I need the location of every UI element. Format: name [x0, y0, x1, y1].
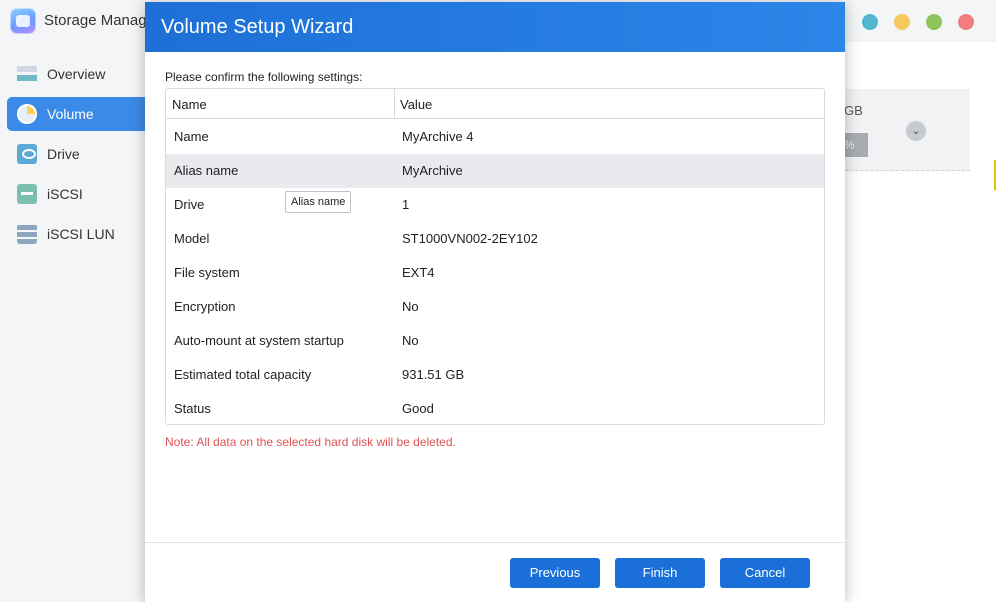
table-row[interactable]: Auto-mount at system startup No — [166, 324, 824, 358]
drive-icon — [17, 144, 37, 164]
sidebar: Overview Volume Drive iSCSI iSCSI LUN — [0, 42, 157, 602]
volume-capacity-text: GB — [844, 103, 863, 118]
row-name: Status — [174, 401, 211, 416]
finish-button[interactable]: Finish — [615, 558, 705, 588]
table-row[interactable]: Alias name MyArchive — [166, 154, 824, 188]
row-name: Encryption — [174, 299, 236, 314]
sidebar-item-iscsi[interactable]: iSCSI — [7, 177, 157, 211]
warning-note: Note: All data on the selected hard disk… — [165, 435, 456, 449]
table-row[interactable]: Estimated total capacity 931.51 GB — [166, 358, 824, 392]
table-row[interactable]: File system EXT4 — [166, 256, 824, 290]
table-row[interactable]: Model ST1000VN002-2EY102 — [166, 222, 824, 256]
iscsi-lun-icon — [17, 224, 37, 244]
sidebar-item-label: Drive — [47, 146, 80, 162]
storage-manager-logo-icon — [10, 8, 36, 34]
row-name: Drive — [174, 197, 205, 212]
table-row[interactable]: Encryption No — [166, 290, 824, 324]
previous-button[interactable]: Previous — [510, 558, 600, 588]
window-minimize-button[interactable] — [894, 14, 910, 30]
window-controls — [862, 14, 974, 30]
row-value: ST1000VN002-2EY102 — [402, 231, 538, 246]
table-row[interactable]: Drive 1 — [166, 188, 824, 222]
app-title: Storage Manag — [44, 12, 147, 29]
row-name: File system — [174, 265, 240, 280]
row-value: 931.51 GB — [402, 367, 465, 382]
iscsi-icon — [17, 184, 37, 204]
column-divider[interactable] — [394, 89, 395, 119]
alias-name-tooltip: Alias name — [285, 191, 352, 213]
overview-icon — [17, 64, 37, 84]
row-value: No — [402, 333, 419, 348]
table-row[interactable]: Name MyArchive 4 — [166, 120, 824, 154]
row-value: MyArchive — [402, 163, 463, 178]
row-value: MyArchive 4 — [402, 129, 474, 144]
sidebar-item-iscsi-lun[interactable]: iSCSI LUN — [7, 217, 157, 251]
window-maximize-button[interactable] — [926, 14, 942, 30]
row-value: 1 — [402, 197, 410, 212]
volume-usage-percent: % — [844, 138, 855, 152]
sidebar-item-label: iSCSI — [47, 186, 83, 202]
settings-table: Name Value Name MyArchive 4 Alias name M… — [165, 88, 825, 425]
cancel-button[interactable]: Cancel — [720, 558, 810, 588]
row-name: Name — [174, 129, 209, 144]
row-name: Model — [174, 231, 210, 246]
dialog-title: Volume Setup Wizard — [161, 16, 354, 38]
row-value: EXT4 — [402, 265, 435, 280]
sidebar-item-label: Overview — [47, 66, 106, 82]
row-value: No — [402, 299, 419, 314]
row-name: Estimated total capacity — [174, 367, 312, 382]
sidebar-item-label: iSCSI LUN — [47, 226, 115, 242]
column-header-value: Value — [400, 97, 433, 112]
row-name: Auto-mount at system startup — [174, 333, 344, 348]
sidebar-item-volume[interactable]: Volume — [7, 97, 157, 131]
table-row[interactable]: Status Good — [166, 392, 824, 424]
dialog-header: Volume Setup Wizard — [145, 2, 845, 52]
table-header: Name Value — [166, 89, 824, 119]
row-value: Good — [402, 401, 434, 416]
volume-setup-wizard-dialog: Volume Setup Wizard Please confirm the f… — [145, 2, 845, 602]
chevron-down-icon[interactable]: ⌄ — [906, 121, 926, 141]
footer-divider — [145, 542, 845, 543]
sidebar-item-overview[interactable]: Overview — [7, 57, 157, 91]
sidebar-item-drive[interactable]: Drive — [7, 137, 157, 171]
column-header-name: Name — [172, 97, 207, 112]
row-name: Alias name — [174, 163, 239, 178]
window-restore-button[interactable] — [862, 14, 878, 30]
volume-icon — [17, 104, 37, 124]
sidebar-item-label: Volume — [47, 106, 94, 122]
confirm-instructions: Please confirm the following settings: — [165, 70, 363, 84]
volume-card: GB % ⌄ — [840, 89, 970, 171]
window-close-button[interactable] — [958, 14, 974, 30]
storage-manager-window: Storage Manag Overview Volume Drive iSCS… — [0, 0, 996, 602]
